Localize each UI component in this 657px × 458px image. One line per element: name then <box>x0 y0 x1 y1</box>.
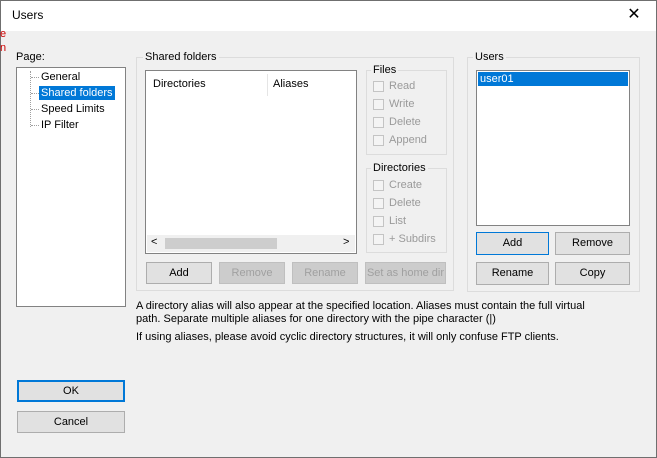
list-checkbox[interactable] <box>373 216 384 227</box>
user-list-item[interactable]: user01 <box>478 72 628 86</box>
delete-file-checkbox[interactable] <box>373 117 384 128</box>
list-label: List <box>389 215 407 227</box>
title-bar <box>1 1 656 31</box>
column-header-directories[interactable]: Directories <box>153 78 206 90</box>
tree-item-general[interactable]: General <box>39 70 82 84</box>
shared-folders-list[interactable]: Directories Aliases < > <box>145 70 357 254</box>
alias-note-line2: path. Separate multiple aliases for one … <box>136 313 496 325</box>
shared-remove-button[interactable]: Remove <box>219 262 285 284</box>
tree-line <box>30 71 32 127</box>
append-label: Append <box>389 134 427 146</box>
window-title: Users <box>12 8 44 22</box>
close-icon[interactable]: ✕ <box>624 5 644 25</box>
delete-file-label: Delete <box>389 116 421 128</box>
write-checkbox[interactable] <box>373 99 384 110</box>
tree-line <box>31 109 39 110</box>
user-add-button[interactable]: Add <box>476 232 549 255</box>
cyclic-note: If using aliases, please avoid cyclic di… <box>136 331 559 343</box>
tree-line <box>31 125 39 126</box>
tree-item-ip-filter[interactable]: IP Filter <box>39 118 81 132</box>
delete-dir-label: Delete <box>389 197 421 209</box>
ok-button[interactable]: OK <box>17 380 125 402</box>
alias-note-line1: A directory alias will also appear at th… <box>136 300 585 312</box>
tree-item-shared-folders[interactable]: Shared folders <box>39 86 115 100</box>
subdirs-checkbox[interactable] <box>373 234 384 245</box>
subdirs-label: + Subdirs <box>389 233 436 245</box>
shared-add-button[interactable]: Add <box>146 262 212 284</box>
tree-line <box>31 93 39 94</box>
files-group-label: Files <box>371 64 399 76</box>
user-copy-button[interactable]: Copy <box>555 262 630 285</box>
create-checkbox[interactable] <box>373 180 384 191</box>
chevron-left-icon[interactable]: < <box>151 236 157 248</box>
create-label: Create <box>389 179 423 191</box>
scrollbar-thumb[interactable] <box>165 238 277 249</box>
page-tree[interactable]: General Shared folders Speed Limits IP F… <box>16 67 126 307</box>
directories-group-label: Directories <box>371 162 428 174</box>
cancel-button[interactable]: Cancel <box>17 411 125 433</box>
tree-line <box>31 77 39 78</box>
delete-dir-checkbox[interactable] <box>373 198 384 209</box>
user-rename-button[interactable]: Rename <box>476 262 549 285</box>
shared-rename-button[interactable]: Rename <box>292 262 358 284</box>
user-remove-button[interactable]: Remove <box>555 232 630 255</box>
tree-item-speed-limits[interactable]: Speed Limits <box>39 102 107 116</box>
clipped-glyph-fragment: en <box>0 28 7 54</box>
column-header-aliases[interactable]: Aliases <box>273 78 308 90</box>
read-label: Read <box>389 80 416 92</box>
write-label: Write <box>389 98 415 110</box>
column-divider[interactable] <box>267 74 268 96</box>
users-label: Users <box>473 51 506 63</box>
horizontal-scrollbar[interactable]: < > <box>147 235 355 252</box>
set-home-dir-button[interactable]: Set as home dir <box>365 262 446 284</box>
read-checkbox[interactable] <box>373 81 384 92</box>
chevron-right-icon[interactable]: > <box>343 236 349 248</box>
users-list[interactable]: user01 <box>476 70 630 226</box>
append-checkbox[interactable] <box>373 135 384 146</box>
page-label: Page: <box>16 51 45 63</box>
shared-folders-label: Shared folders <box>143 51 219 63</box>
